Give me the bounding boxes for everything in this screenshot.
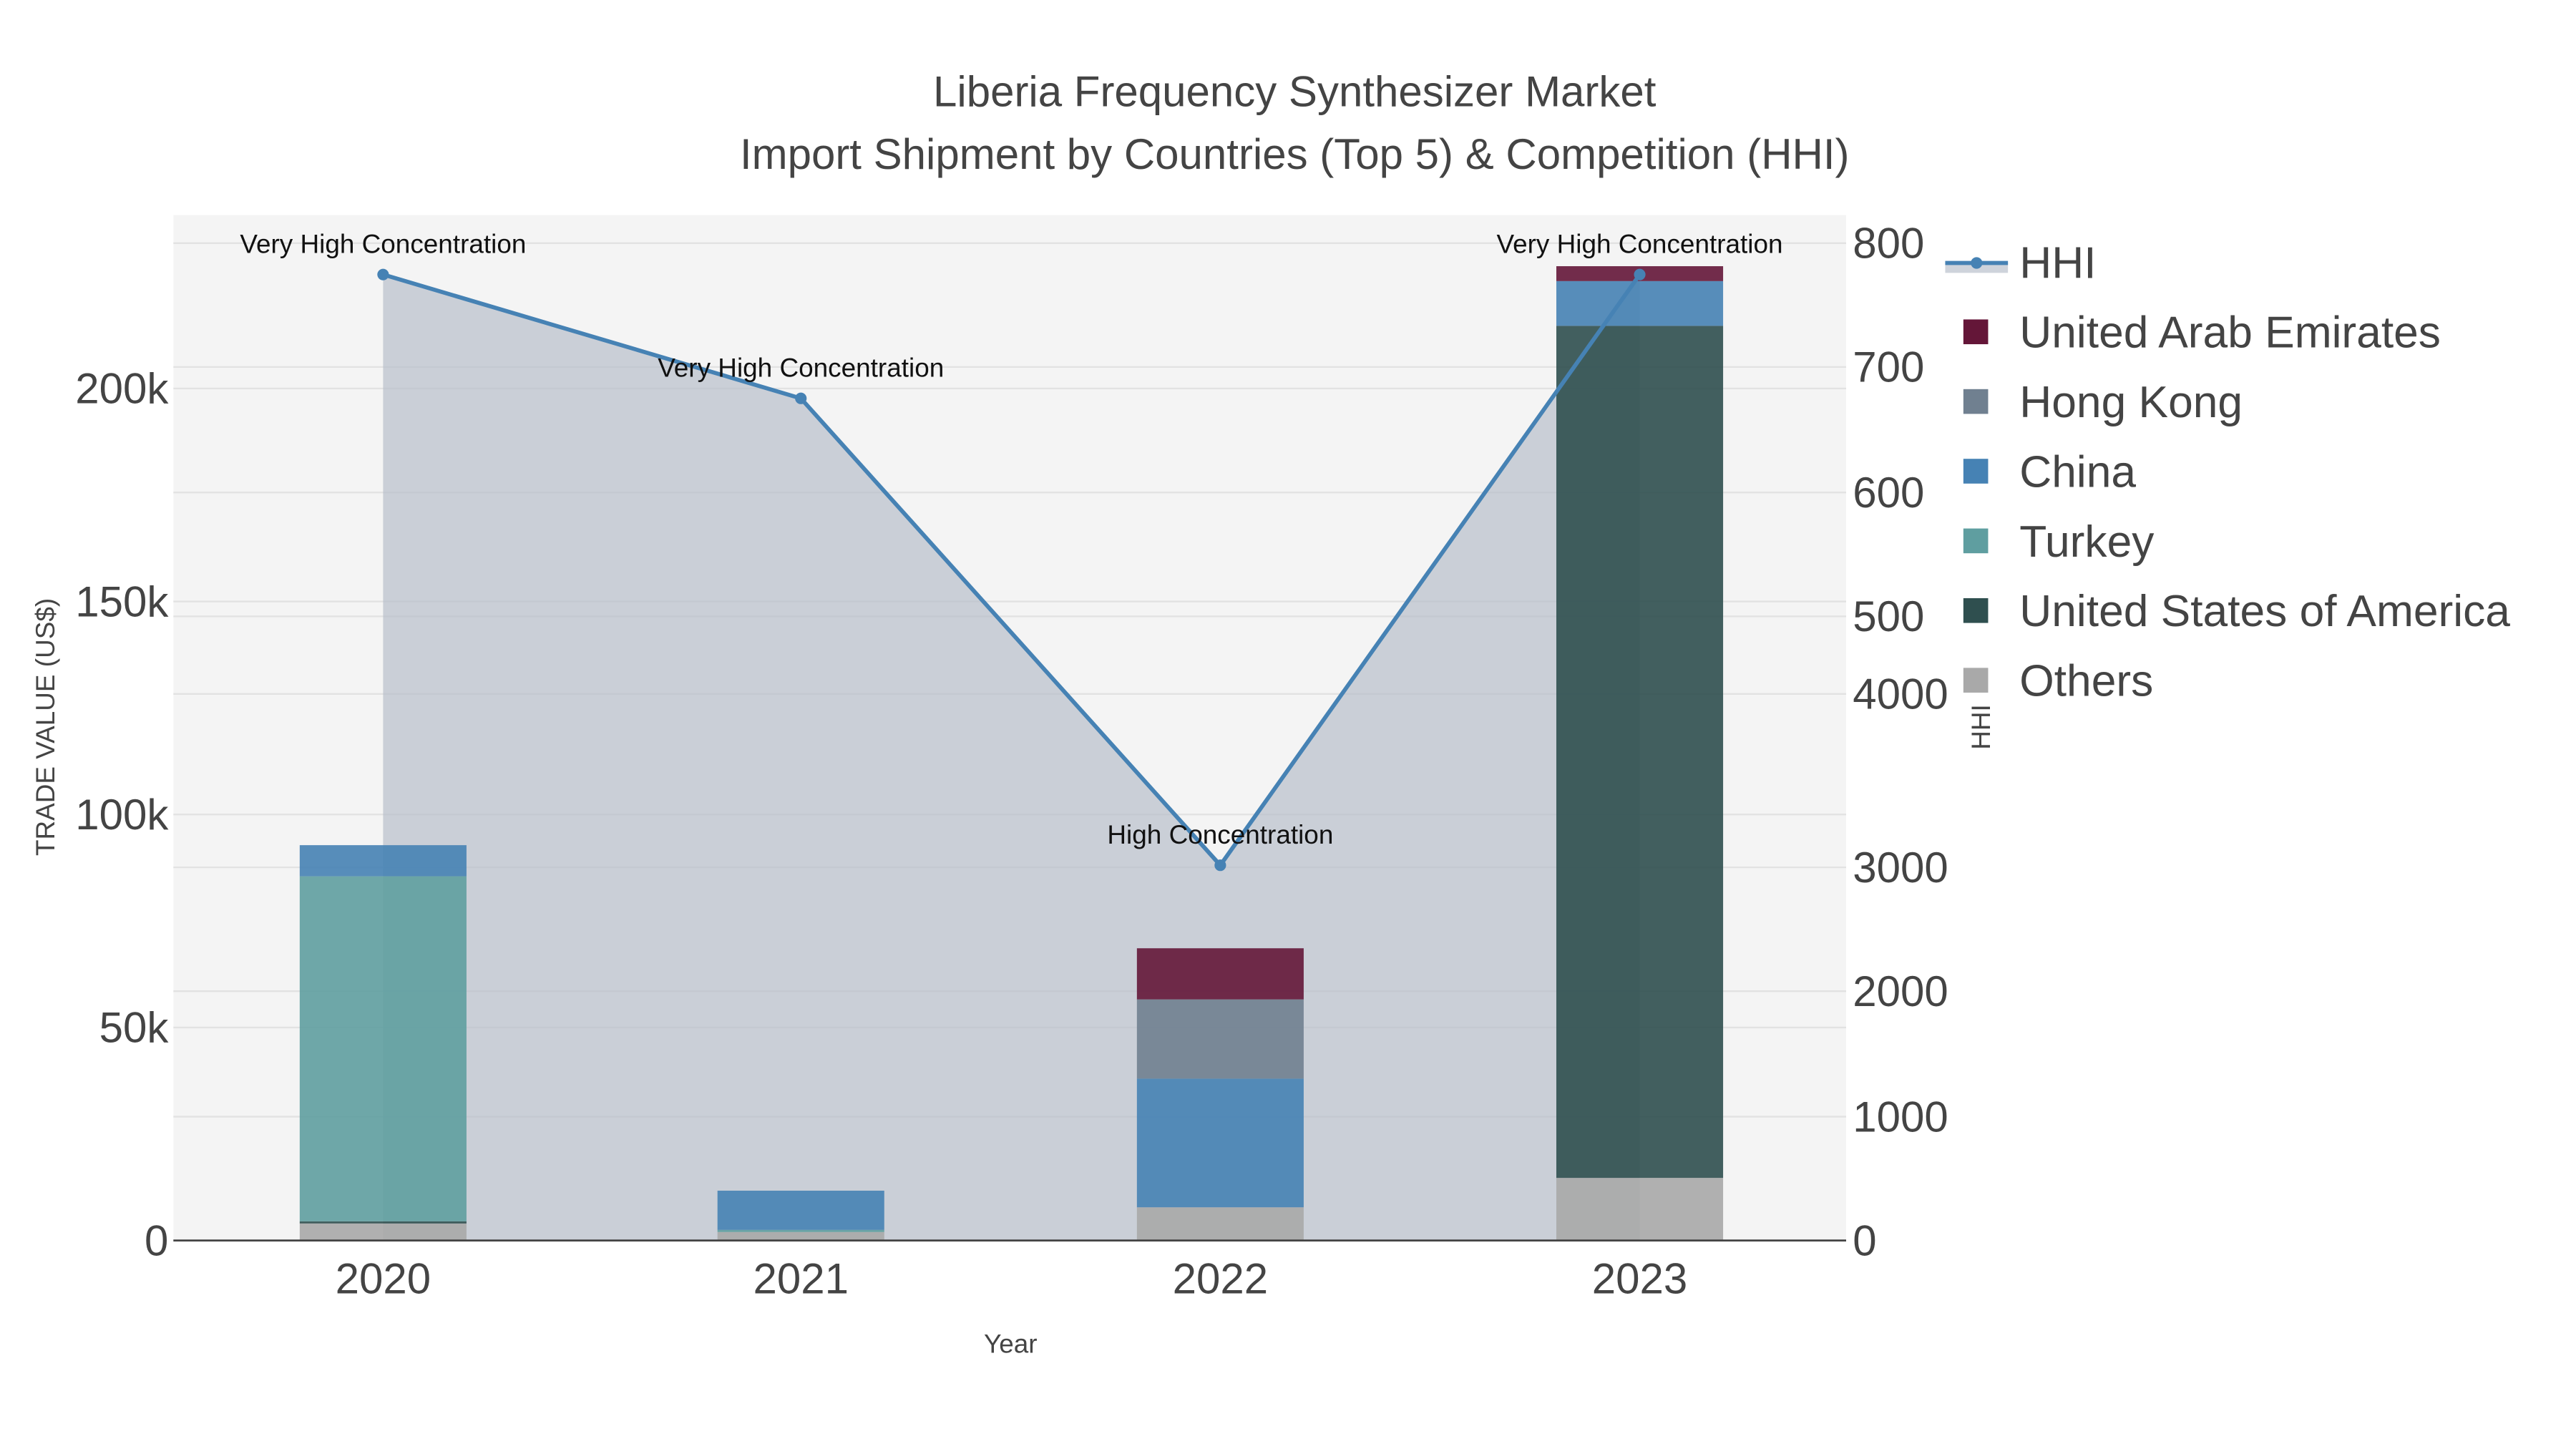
hhi-point [1214, 859, 1226, 872]
bar-united-states-of-america-2023 [1556, 326, 1724, 1179]
legend-label: China [2019, 447, 2136, 497]
bar-hong-kong-2022 [1136, 999, 1304, 1079]
y-tick-label: 0 [145, 1216, 168, 1264]
bar-united-arab-emirates-2022 [1136, 948, 1304, 1000]
y-tick-label: 50k [99, 1004, 170, 1052]
legend-label: United States of America [2019, 587, 2510, 636]
y2-tick-label: 800 [1853, 220, 1924, 268]
x-tick-label: 2021 [753, 1255, 848, 1303]
chart-title: Liberia Frequency Synthesizer Market [933, 67, 1657, 115]
y-tick-label: 200k [75, 365, 169, 413]
legend-swatch [1963, 459, 1989, 484]
y2-tick-label: 1000 [1853, 1093, 1948, 1141]
y-axis-title: TRADE VALUE (US$) [31, 598, 60, 856]
hhi-point [377, 268, 389, 280]
legend-swatch [1963, 389, 1989, 414]
bar-others-2023 [1556, 1178, 1724, 1241]
legend-label: Others [2019, 657, 2153, 706]
legend-swatch [1963, 319, 1989, 345]
legend-hhi-marker [1971, 257, 1983, 269]
y2-tick-label: 500 [1853, 592, 1924, 640]
y2-tick-label: 3000 [1853, 844, 1948, 892]
bar-china-2021 [717, 1190, 884, 1230]
bar-turkey-2021 [717, 1229, 884, 1232]
y2-tick-label: 600 [1853, 469, 1924, 517]
hhi-annotation: Very High Concentration [1497, 230, 1783, 259]
chart: Very High Concentration Very High Concent… [31, 67, 2510, 1359]
legend-label: Hong Kong [2019, 378, 2243, 427]
hhi-annotation: Very High Concentration [658, 353, 944, 383]
hhi-annotation: Very High Concentration [240, 230, 526, 259]
bar-others-2022 [1136, 1207, 1304, 1241]
legend-swatch [1963, 597, 1989, 623]
x-axis-title: Year [984, 1330, 1038, 1359]
hhi-point [1634, 268, 1646, 280]
y2-tick-label: 2000 [1853, 967, 1948, 1015]
legend-swatch [1963, 668, 1989, 693]
y2-axis-title: HHI [1966, 704, 1996, 750]
x-tick-label: 2020 [336, 1255, 431, 1303]
chart-subtitle: Import Shipment by Countries (Top 5) & C… [740, 130, 1850, 178]
x-tick-label: 2023 [1592, 1255, 1687, 1303]
y2-tick-label: 4000 [1853, 670, 1948, 718]
bar-others-2020 [299, 1223, 467, 1241]
bar-china-2020 [299, 845, 467, 877]
bar-others-2021 [717, 1231, 884, 1241]
legend-label: Turkey [2019, 517, 2155, 567]
y-tick-label: 100k [75, 791, 169, 839]
bar-united-states-of-america-2020 [299, 1221, 467, 1224]
bar-turkey-2020 [299, 876, 467, 1221]
hhi-point [795, 392, 807, 404]
bar-china-2022 [1136, 1078, 1304, 1208]
y2-tick-label: 700 [1853, 343, 1924, 391]
hhi-annotation: High Concentration [1107, 820, 1333, 849]
bar-china-2023 [1556, 280, 1724, 326]
legend-swatch [1963, 528, 1989, 554]
legend-label: United Arab Emirates [2019, 308, 2441, 358]
x-tick-label: 2022 [1173, 1255, 1268, 1303]
y2-tick-label: 0 [1853, 1216, 1876, 1264]
legend-label-hhi: HHI [2019, 238, 2096, 288]
y-tick-label: 150k [75, 577, 169, 625]
